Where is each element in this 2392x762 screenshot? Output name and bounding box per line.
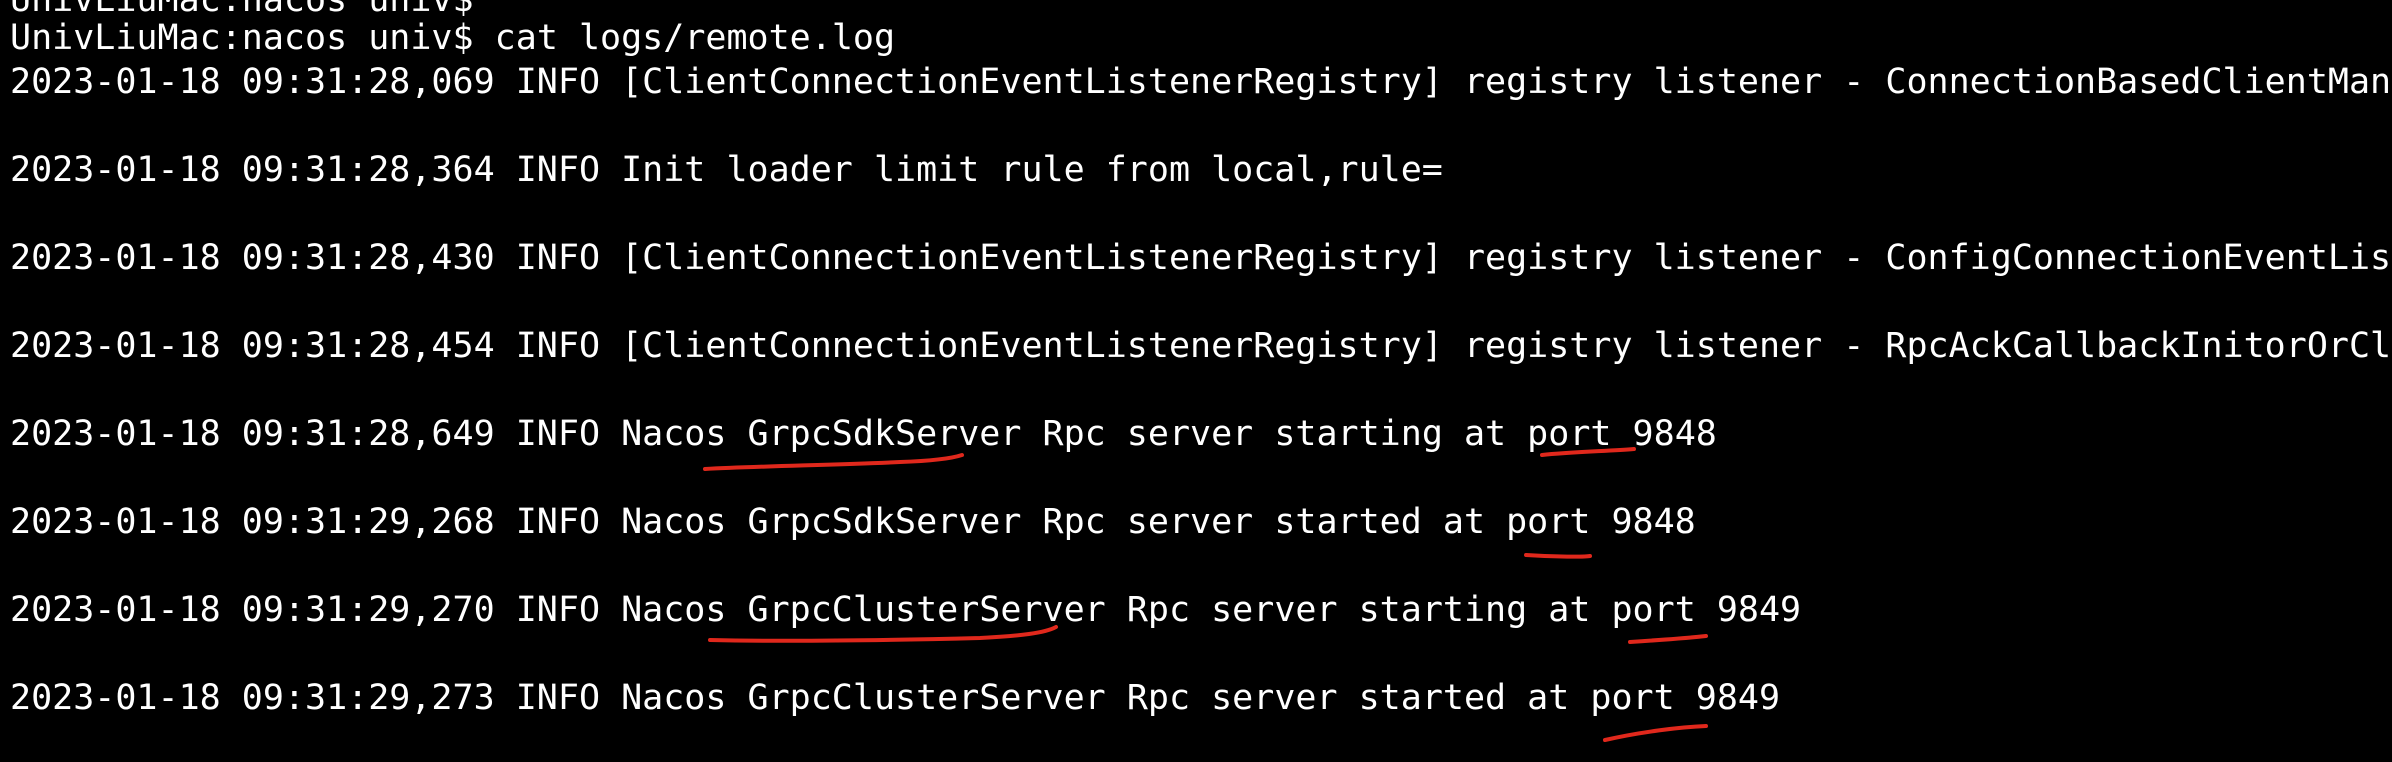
server-name: GrpcSdkServer: [747, 414, 1022, 454]
shell-prompt: UnivLiuMac:nacos univ$: [10, 18, 474, 58]
log-text: 2023-01-18 09:31:29,273 INFO Nacos: [10, 678, 748, 718]
server-name: GrpcSdkServer: [747, 502, 1022, 542]
server-name: GrpcClusterServer: [747, 678, 1106, 718]
hand-drawn-annotations: [703, 447, 1708, 742]
log-text: Rpc server starting at port: [1105, 590, 1717, 630]
log-text: 2023-01-18 09:31:28,069 INFO [ClientConn…: [10, 62, 2392, 102]
log-text: Rpc server started at port: [1021, 502, 1612, 542]
log-text: 2023-01-18 09:31:29,270 INFO Nacos: [10, 590, 748, 630]
underline-port-9849-started: [1603, 724, 1708, 742]
log-text: 2023-01-18 09:31:28,649 INFO Nacos: [10, 414, 748, 454]
log-text: Rpc server started at port: [1105, 678, 1696, 718]
log-line: 2023-01-18 09:31:28,430 INFO [ClientConn…: [10, 236, 2392, 280]
terminal-window[interactable]: UnivLiuMac:nacos univ$ UnivLiuMac:nacos …: [0, 0, 2392, 762]
log-line: 2023-01-18 09:31:29,270 INFO Nacos GrpcC…: [10, 588, 1801, 632]
port-number: 9849: [1716, 590, 1802, 630]
server-name: GrpcClusterServer: [747, 590, 1106, 630]
log-line: 2023-01-18 09:31:28,069 INFO [ClientConn…: [10, 60, 2392, 104]
log-text: 2023-01-18 09:31:28,430 INFO [ClientConn…: [10, 238, 2392, 278]
underline-port-9848-started: [1524, 553, 1592, 559]
log-text: 2023-01-18 09:31:29,268 INFO Nacos: [10, 502, 748, 542]
command-line: UnivLiuMac:nacos univ$ cat logs/remote.l…: [10, 16, 895, 60]
underline-port-9849-starting: [1628, 634, 1708, 644]
log-text: 2023-01-18 09:31:28,364 INFO Init loader…: [10, 150, 1443, 190]
log-line: 2023-01-18 09:31:28,364 INFO Init loader…: [10, 148, 1443, 192]
port-number: 9848: [1632, 414, 1717, 454]
log-text: Rpc server starting at port: [1021, 414, 1633, 454]
log-line: 2023-01-18 09:31:28,649 INFO Nacos GrpcS…: [10, 412, 1717, 456]
log-line: 2023-01-18 09:31:28,454 INFO [ClientConn…: [10, 324, 2392, 368]
port-number: 9849: [1695, 678, 1781, 718]
underline-grpcsdkserver: [703, 453, 964, 471]
shell-command: cat logs/remote.log: [494, 18, 896, 58]
log-line: 2023-01-18 09:31:29,268 INFO Nacos GrpcS…: [10, 500, 1696, 544]
log-line: 2023-01-18 09:31:29,273 INFO Nacos GrpcC…: [10, 676, 1780, 720]
port-number: 9848: [1611, 502, 1696, 542]
log-text: 2023-01-18 09:31:28,454 INFO [ClientConn…: [10, 326, 2392, 366]
